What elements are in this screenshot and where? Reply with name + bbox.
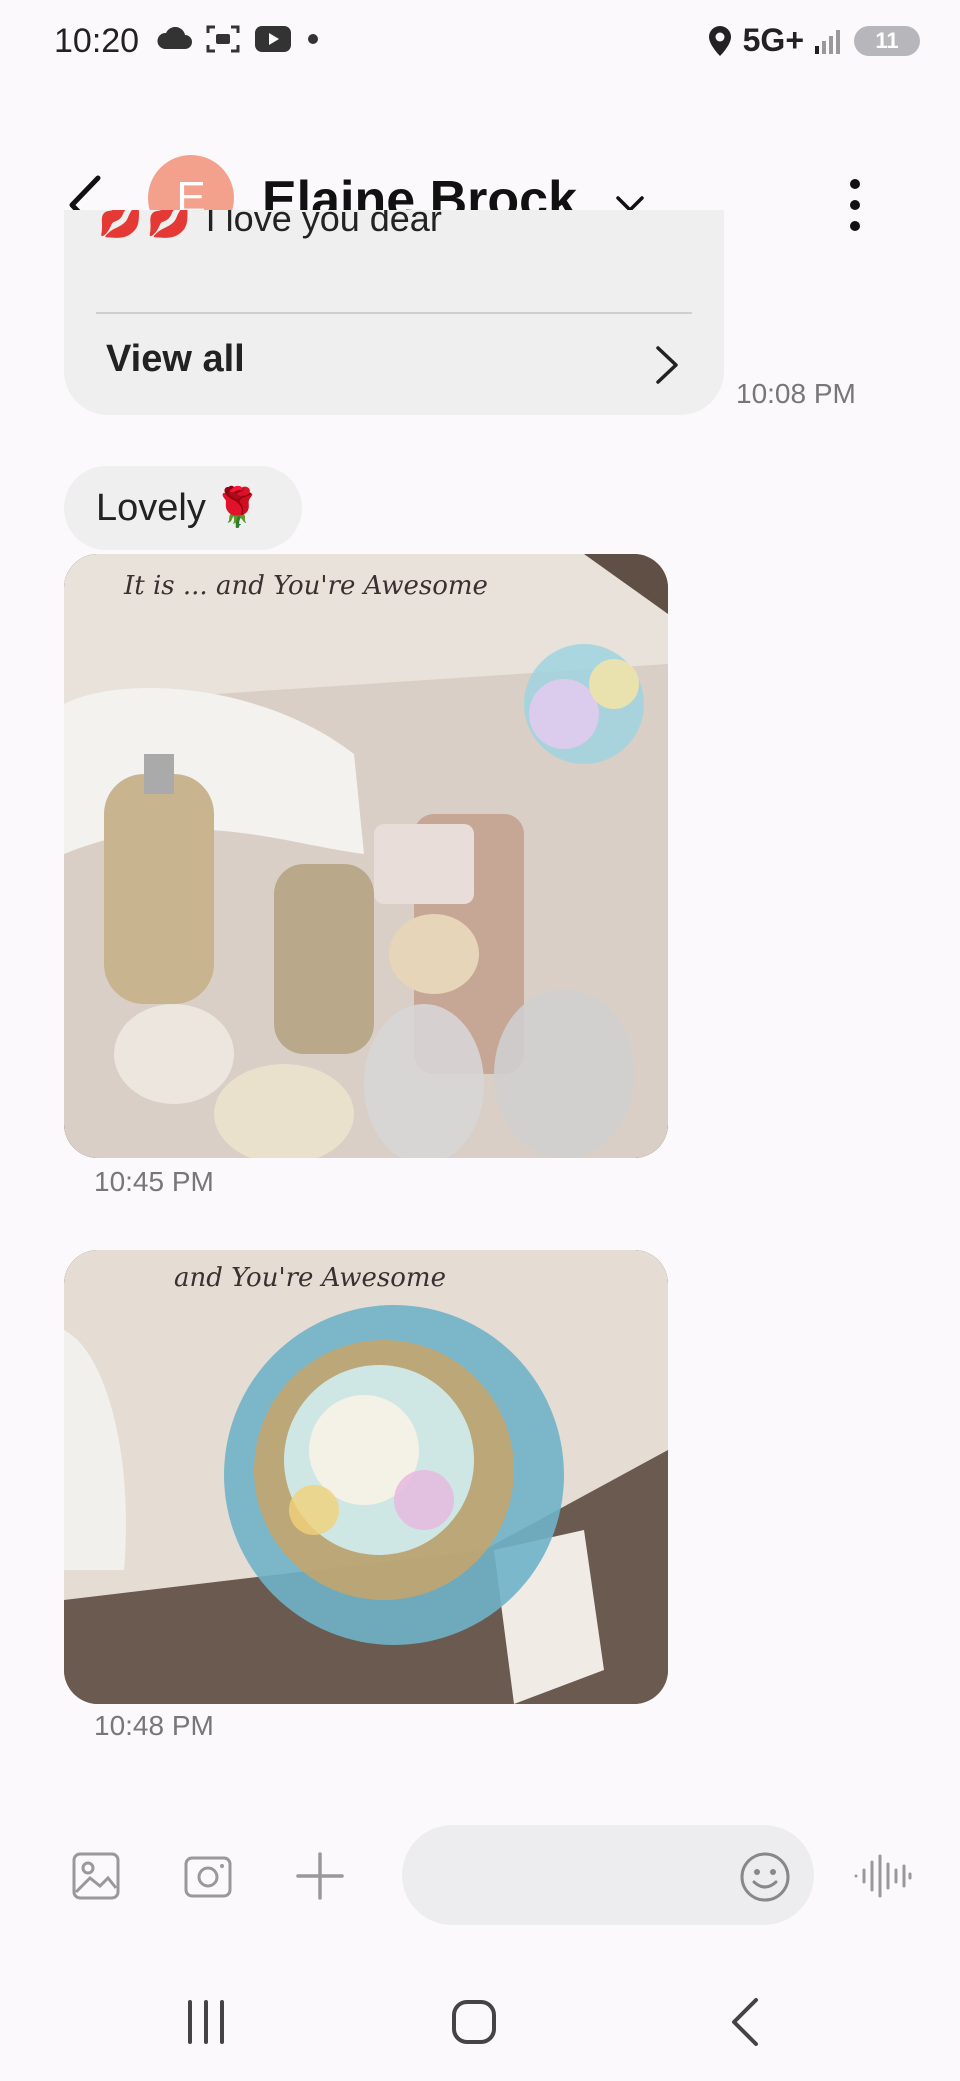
- signal-icon: [815, 29, 840, 54]
- message-text: Lovely 🌹: [96, 486, 261, 530]
- rose-emoji: 🌹: [213, 487, 262, 529]
- screen-capture-icon: [206, 25, 240, 53]
- status-notification-icons: [156, 24, 320, 54]
- message-bubble-lovely[interactable]: Lovely 🌹: [64, 466, 302, 550]
- system-nav-bar: [0, 1960, 960, 2081]
- chevron-right-icon[interactable]: [646, 340, 686, 390]
- home-nav-icon[interactable]: [444, 1992, 504, 2052]
- status-right-group: 5G+ 11: [707, 22, 920, 59]
- message-card-bubble[interactable]: 💋💋 I love you dear View all: [64, 210, 724, 415]
- svg-text:and You're Awesome: and You're Awesome: [174, 1263, 446, 1293]
- message-timestamp: 10:48 PM: [94, 1710, 214, 1741]
- view-all-link[interactable]: View all: [106, 338, 245, 381]
- message-timestamp: 10:45 PM: [94, 1166, 214, 1197]
- network-type: 5G+: [742, 22, 804, 58]
- gallery-icon[interactable]: [70, 1850, 122, 1902]
- recents-nav-icon[interactable]: [176, 1992, 236, 2052]
- voice-record-icon[interactable]: [852, 1852, 912, 1900]
- status-time: 10:20: [54, 22, 140, 60]
- svg-text:It is ... and You're Awesome: It is ... and You're Awesome: [123, 571, 488, 601]
- status-bar: 10:20 5G+ 11: [0, 0, 960, 90]
- dot-indicator: [308, 34, 318, 44]
- card-divider: [96, 312, 692, 314]
- location-icon: [708, 25, 731, 56]
- message-photo-giftbox[interactable]: It is ... and You're Awesome: [64, 554, 668, 1158]
- back-nav-icon[interactable]: [716, 1992, 776, 2052]
- lips-emoji: 💋💋: [98, 210, 196, 239]
- lovely-text: Lovely: [96, 487, 206, 529]
- cloud-icon: [157, 27, 192, 49]
- card-text: I love you dear: [205, 210, 442, 239]
- emoji-icon[interactable]: [738, 1850, 792, 1904]
- battery-icon: 11: [854, 25, 920, 56]
- youtube-icon: [255, 26, 291, 52]
- plus-icon[interactable]: [294, 1850, 346, 1902]
- more-vert-icon[interactable]: [840, 170, 870, 240]
- message-photo-rose[interactable]: and You're Awesome: [64, 1250, 668, 1704]
- camera-icon[interactable]: [182, 1850, 234, 1902]
- card-partial-text: 💋💋 I love you dear: [98, 210, 442, 240]
- message-composer: [0, 1820, 960, 1930]
- message-timestamp: 10:08 PM: [736, 378, 856, 409]
- battery-level: 11: [875, 27, 899, 53]
